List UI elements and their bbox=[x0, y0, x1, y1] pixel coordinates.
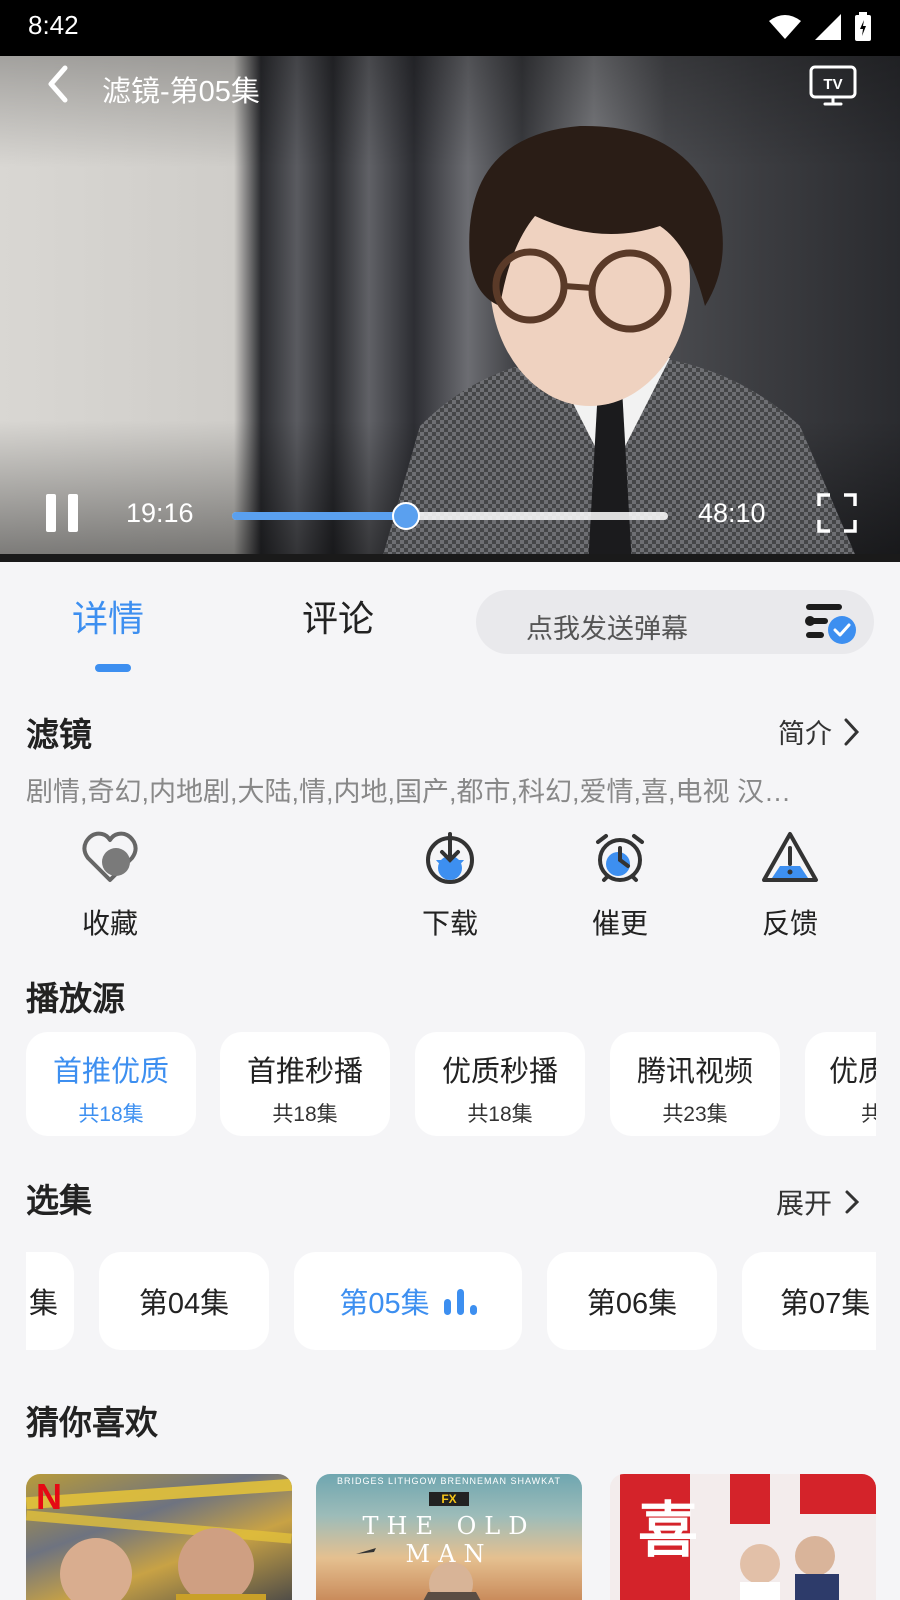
status-icons bbox=[768, 12, 872, 42]
source-name: 首推优质 bbox=[52, 1056, 169, 1088]
episode-item[interactable]: 第04集 bbox=[99, 1252, 269, 1350]
source-count: 共18集 bbox=[272, 1103, 338, 1126]
source-name: 优质 bbox=[829, 1056, 876, 1088]
expand-episodes-link[interactable]: 展开 bbox=[776, 1182, 860, 1222]
status-time: 8:42 bbox=[28, 10, 79, 40]
episode-label: 集 bbox=[28, 1288, 58, 1320]
recommendation-card[interactable]: 喜 bbox=[610, 1474, 876, 1600]
recommendation-list: N BRIDGES LITHGOW BRENNEMAN SHAWKAT FX T… bbox=[26, 1474, 876, 1600]
poster-title: N bbox=[36, 1476, 62, 1517]
episode-label: 第06集 bbox=[586, 1288, 678, 1320]
back-icon bbox=[48, 65, 68, 103]
source-count: 共18集 bbox=[467, 1103, 533, 1126]
danmaku-settings-icon[interactable] bbox=[800, 598, 860, 648]
tab-details[interactable]: 详情 bbox=[72, 590, 144, 642]
download-button[interactable]: 下载 bbox=[390, 830, 510, 942]
current-time: 19:16 bbox=[126, 498, 194, 528]
source-name: 腾讯视频 bbox=[636, 1056, 753, 1088]
urge-update-label: 催更 bbox=[591, 908, 648, 939]
video-player[interactable]: 滤镜-第05集 TV 19:16 48:10 bbox=[0, 56, 900, 562]
heart-icon bbox=[82, 831, 138, 882]
poster-image bbox=[356, 1548, 481, 1600]
show-title: 滤镜 bbox=[26, 716, 92, 753]
source-name: 优质秒播 bbox=[441, 1056, 558, 1088]
tab-comments[interactable]: 评论 bbox=[302, 590, 374, 642]
download-label: 下载 bbox=[421, 908, 478, 939]
danmaku-input[interactable]: 点我发送弹幕 bbox=[476, 590, 874, 654]
source-item[interactable]: 腾讯视频 共23集 bbox=[610, 1032, 780, 1136]
chevron-right-icon bbox=[844, 718, 860, 745]
source-list: 首推优质 共18集 首推秒播 共18集 优质秒播 共18集 腾讯视频 共23集 … bbox=[26, 1032, 876, 1138]
source-item[interactable]: 首推优质 共18集 bbox=[26, 1032, 196, 1136]
recommendations-heading: 猜你喜欢 bbox=[26, 1404, 158, 1441]
fullscreen-button[interactable] bbox=[816, 492, 858, 534]
video-bottom-edge bbox=[0, 554, 900, 562]
wifi-icon bbox=[769, 15, 801, 39]
source-count: 共18集 bbox=[78, 1103, 144, 1126]
status-bar: 8:42 bbox=[0, 0, 900, 56]
recommendation-card[interactable]: N bbox=[26, 1474, 292, 1600]
progress-slider[interactable] bbox=[232, 502, 668, 530]
tv-cast-icon: TV bbox=[809, 65, 857, 106]
pause-icon-bar bbox=[68, 494, 78, 532]
feedback-label: 反馈 bbox=[761, 908, 818, 939]
episode-label: 第07集 bbox=[780, 1288, 871, 1320]
download-icon bbox=[426, 832, 474, 884]
video-title: 滤镜-第05集 bbox=[102, 76, 260, 108]
tab-active-indicator bbox=[95, 664, 131, 672]
source-count: 共23集 bbox=[662, 1103, 728, 1126]
source-count: 共 bbox=[861, 1103, 876, 1126]
progress-thumb[interactable] bbox=[392, 502, 421, 530]
source-name: 首推秒播 bbox=[246, 1056, 363, 1088]
feedback-button[interactable]: 反馈 bbox=[730, 830, 850, 942]
urge-update-button[interactable]: 催更 bbox=[560, 830, 680, 942]
poster-image bbox=[26, 1478, 292, 1600]
player-top-bar: 滤镜-第05集 TV bbox=[0, 56, 900, 116]
episodes-heading: 选集 bbox=[26, 1182, 92, 1219]
expand-label: 展开 bbox=[775, 1188, 832, 1219]
episode-item[interactable]: 第06集 bbox=[547, 1252, 717, 1350]
source-item[interactable]: 优质 共 bbox=[805, 1032, 876, 1136]
progress-fill bbox=[232, 512, 407, 520]
episode-item[interactable]: 集 bbox=[26, 1252, 74, 1350]
pause-button[interactable] bbox=[44, 494, 80, 534]
action-row: 收藏 下载 催更 反馈 bbox=[0, 830, 900, 940]
show-tags: 剧情,奇幻,内地剧,大陆,情,内地,国产,都市,科幻,爱情,喜,电视 汉… bbox=[26, 777, 792, 807]
chevron-right-icon bbox=[845, 1190, 860, 1214]
source-item[interactable]: 首推秒播 共18集 bbox=[220, 1032, 390, 1136]
sources-heading: 播放源 bbox=[26, 980, 125, 1017]
fullscreen-icon bbox=[817, 493, 857, 533]
episode-label: 第05集 bbox=[339, 1288, 430, 1320]
episode-list: 集 第04集 第05集 第06集 第07集 bbox=[26, 1252, 876, 1352]
intro-link[interactable]: 简介 bbox=[778, 712, 860, 751]
detail-tabs: 详情 评论 点我发送弹幕 bbox=[0, 580, 900, 672]
danmaku-placeholder: 点我发送弹幕 bbox=[526, 614, 688, 644]
signal-icon bbox=[815, 14, 841, 40]
back-button[interactable] bbox=[38, 64, 78, 104]
episode-item[interactable]: 第07集 bbox=[742, 1252, 876, 1350]
svg-text:TV: TV bbox=[823, 76, 842, 93]
episode-label: 第04集 bbox=[138, 1288, 230, 1320]
tv-cast-button[interactable]: TV bbox=[808, 64, 858, 108]
warning-icon bbox=[762, 832, 818, 882]
poster-title: 喜 bbox=[638, 1496, 698, 1566]
player-controls: 19:16 48:10 bbox=[0, 486, 900, 546]
intro-label: 简介 bbox=[778, 719, 832, 749]
now-playing-icon bbox=[443, 1287, 477, 1315]
favorite-label: 收藏 bbox=[81, 908, 138, 939]
total-time: 48:10 bbox=[698, 498, 766, 528]
source-item[interactable]: 优质秒播 共18集 bbox=[415, 1032, 585, 1136]
favorite-button[interactable]: 收藏 bbox=[50, 830, 170, 942]
alarm-icon bbox=[596, 834, 644, 882]
pause-icon-bar bbox=[46, 494, 56, 532]
episode-item[interactable]: 第05集 bbox=[294, 1252, 522, 1350]
battery-icon bbox=[855, 12, 871, 41]
recommendation-card[interactable]: BRIDGES LITHGOW BRENNEMAN SHAWKAT FX THE… bbox=[316, 1474, 582, 1600]
